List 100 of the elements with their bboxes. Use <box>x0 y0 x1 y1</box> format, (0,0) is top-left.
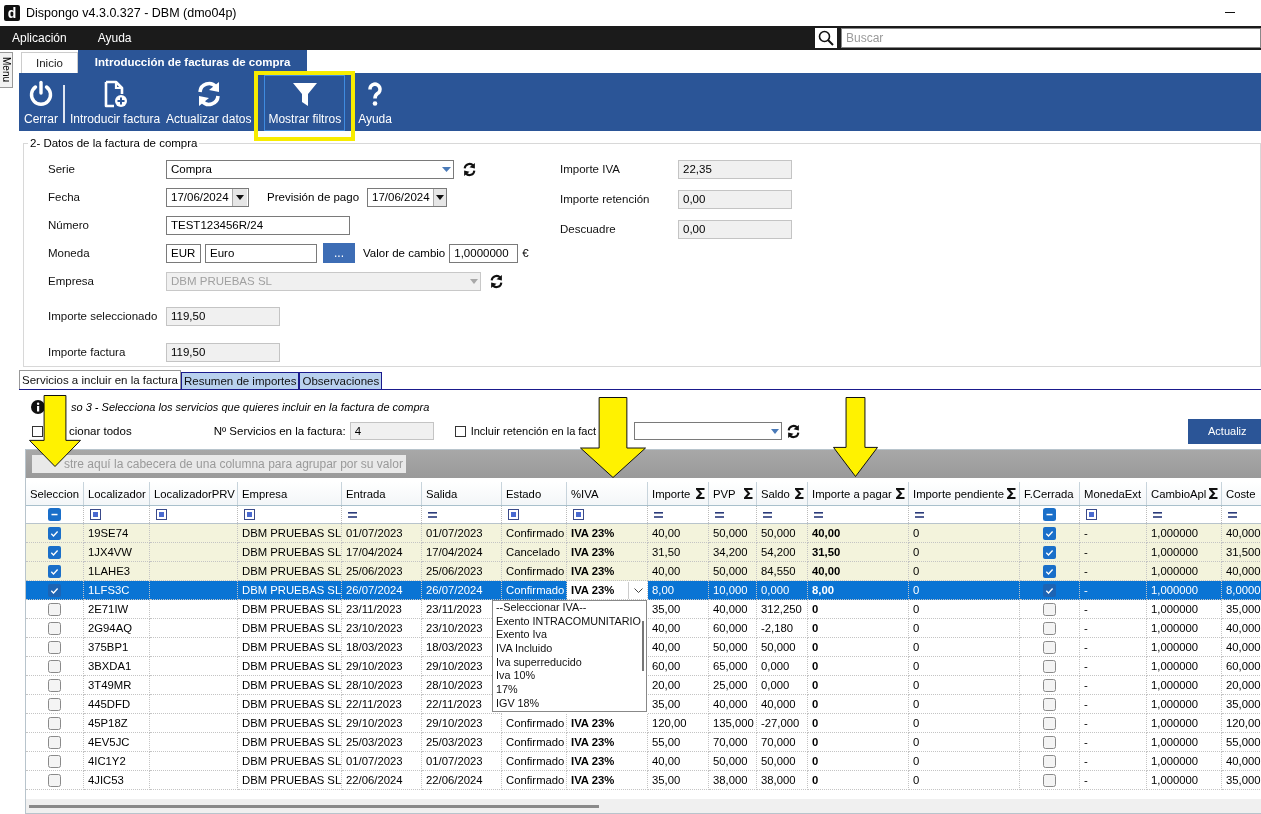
column-header[interactable]: Entrada <box>342 482 422 505</box>
serie-dropdown[interactable]: Compra <box>166 159 454 179</box>
sum-icon[interactable] <box>1007 488 1016 499</box>
checkbox[interactable] <box>48 678 61 692</box>
checkbox[interactable] <box>48 697 61 711</box>
column-header[interactable]: MonedaExt <box>1080 482 1147 505</box>
checkbox[interactable] <box>1043 716 1056 730</box>
checkbox[interactable] <box>1043 754 1056 768</box>
checkbox[interactable] <box>1043 659 1056 673</box>
menu-item[interactable]: Ayuda <box>85 31 147 45</box>
scrollbar-thumb[interactable] <box>29 804 599 808</box>
equals-filter-icon[interactable] <box>1153 511 1162 518</box>
checkbox[interactable] <box>48 754 61 768</box>
checkbox[interactable] <box>1043 640 1056 654</box>
toolbar-button[interactable]: Introducir factura <box>67 73 164 131</box>
dropdown-field[interactable] <box>634 422 783 440</box>
filter-checkbox-icon[interactable] <box>48 508 61 521</box>
column-header[interactable]: Estado <box>502 482 567 505</box>
sum-icon[interactable] <box>1209 488 1218 499</box>
column-header[interactable]: LocalizadorPRV <box>150 482 238 505</box>
dropdown-option[interactable]: Iva superreducido <box>496 655 641 670</box>
equals-filter-icon[interactable] <box>428 511 437 518</box>
minimize-icon[interactable] <box>1225 12 1235 14</box>
checkbox[interactable] <box>1043 678 1056 692</box>
column-header[interactable]: Salida <box>422 482 502 505</box>
scrollbar-thumb[interactable] <box>642 621 645 671</box>
refresh-icon[interactable] <box>462 161 477 177</box>
column-header[interactable]: Empresa <box>238 482 342 505</box>
refresh-icon[interactable] <box>786 423 802 439</box>
checkbox[interactable] <box>1043 564 1056 578</box>
checkbox[interactable] <box>1043 583 1056 597</box>
toolbar-button[interactable]: Cerrar <box>21 73 61 131</box>
checkbox[interactable] <box>1043 526 1056 540</box>
sum-icon[interactable] <box>744 488 753 499</box>
equals-filter-icon[interactable] <box>1228 511 1237 518</box>
checkbox[interactable] <box>48 640 61 654</box>
search-button[interactable] <box>815 28 837 48</box>
column-header[interactable]: F.Cerrada <box>1020 482 1080 505</box>
equals-filter-icon[interactable] <box>654 511 663 518</box>
column-header[interactable]: Seleccion <box>26 482 84 505</box>
column-header[interactable]: Saldo <box>757 482 808 505</box>
equals-filter-icon[interactable] <box>715 511 724 518</box>
toolbar-button[interactable]: Mostrar filtros <box>264 75 346 131</box>
checkbox[interactable] <box>1043 621 1056 635</box>
toolbar-button[interactable]: Actualizar datos <box>163 73 255 131</box>
sum-icon[interactable] <box>795 488 804 499</box>
checkbox[interactable] <box>1043 545 1056 559</box>
tab[interactable]: Introducción de facturas de compra <box>77 50 308 73</box>
checkbox[interactable] <box>1043 773 1056 787</box>
sum-icon[interactable] <box>696 488 705 499</box>
equals-filter-icon[interactable] <box>763 511 772 518</box>
filter-icon[interactable] <box>508 509 519 520</box>
checkbox[interactable] <box>1043 697 1056 711</box>
currency-code-field[interactable]: EUR <box>166 243 201 263</box>
tab[interactable]: Observaciones <box>299 372 383 389</box>
dropdown-option[interactable]: 17% <box>496 683 641 697</box>
dropdown-option[interactable]: IGV 18% <box>496 696 641 711</box>
checkbox[interactable] <box>454 425 466 437</box>
checkbox[interactable] <box>1043 735 1056 749</box>
dropdown-option[interactable]: Iva 10% <box>496 669 641 684</box>
column-header[interactable]: Importe a pagar <box>808 482 909 505</box>
tab[interactable]: Servicios a incluir en la factura <box>19 370 181 389</box>
equals-filter-icon[interactable] <box>915 511 924 518</box>
filter-icon[interactable] <box>156 509 167 520</box>
checkbox[interactable] <box>48 773 61 787</box>
checkbox[interactable] <box>48 621 61 635</box>
checkbox[interactable] <box>48 735 61 749</box>
checkbox[interactable] <box>32 425 43 437</box>
input-field[interactable]: 1,0000000 <box>449 243 519 263</box>
filter-icon[interactable] <box>90 509 101 520</box>
browse-button[interactable]: ... <box>323 243 355 263</box>
refresh-icon[interactable] <box>489 273 504 289</box>
checkbox[interactable] <box>48 659 61 673</box>
filter-icon[interactable] <box>1086 509 1097 520</box>
checkbox[interactable] <box>48 564 61 578</box>
tab[interactable]: Resumen de importes <box>180 372 300 389</box>
update-button[interactable]: Actualiz <box>1188 418 1261 444</box>
filter-icon[interactable] <box>244 509 255 520</box>
currency-name-field[interactable]: Euro <box>205 243 317 263</box>
column-header[interactable]: Importe <box>648 482 709 505</box>
date-field[interactable]: 17/06/2024 <box>166 187 249 207</box>
column-header[interactable]: PVP <box>709 482 757 505</box>
dropdown-field[interactable]: IVA 23% <box>567 581 648 600</box>
equals-filter-icon[interactable] <box>348 511 357 518</box>
tab[interactable]: Inicio <box>21 52 78 73</box>
column-header[interactable]: Localizador <box>84 482 150 505</box>
checkbox[interactable] <box>1043 602 1056 616</box>
checkbox[interactable] <box>48 583 61 597</box>
column-header[interactable]: CambioApl <box>1147 482 1222 505</box>
checkbox[interactable] <box>48 545 61 559</box>
filter-checkbox-icon[interactable] <box>1043 508 1056 521</box>
checkbox[interactable] <box>48 602 61 616</box>
filter-icon[interactable] <box>573 509 584 520</box>
toolbar-button[interactable]: Ayuda <box>355 73 395 131</box>
checkbox[interactable] <box>48 716 61 730</box>
input-field[interactable]: TEST123456R/24 <box>166 215 350 235</box>
search-field[interactable]: Buscar <box>841 28 1261 48</box>
equals-filter-icon[interactable] <box>814 511 823 518</box>
checkbox[interactable] <box>48 526 61 540</box>
column-header[interactable]: %IVA <box>567 482 648 505</box>
